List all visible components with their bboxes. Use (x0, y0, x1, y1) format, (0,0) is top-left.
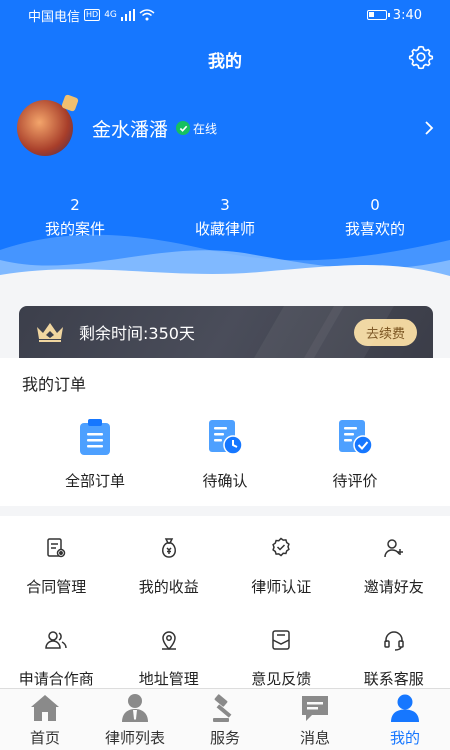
add-user-icon (384, 539, 403, 558)
service-contract[interactable]: 合同管理 (0, 516, 113, 608)
services-section: 合同管理 我的收益 律师认证 邀请好友 申请合作商 地址管理 意见反馈 联系客服 (0, 516, 450, 691)
service-apply-partner[interactable]: 申请合作商 (0, 608, 113, 691)
service-earnings[interactable]: 我的收益 (113, 516, 226, 608)
service-label: 地址管理 (138, 670, 199, 688)
page-title: 我的 (208, 52, 242, 72)
carrier-label: 中国电信 (28, 9, 81, 25)
stat-favorite-lawyers[interactable]: 3 收藏律师 (150, 196, 300, 239)
tab-service[interactable]: 服务 (180, 689, 270, 750)
tab-label: 我的 (389, 729, 420, 747)
check-document-icon (339, 420, 373, 455)
bottom-tabbar: 首页 律师列表 服务 消息 我的 (0, 688, 450, 750)
orders-title: 我的订单 (22, 375, 87, 394)
signal-icon (120, 9, 135, 21)
stat-value: 3 (220, 196, 230, 214)
tab-label: 首页 (29, 729, 60, 747)
network-label: 4G (104, 10, 117, 20)
message-icon (302, 696, 328, 721)
service-contact-support[interactable]: 联系客服 (338, 608, 450, 691)
order-label: 待评价 (332, 472, 378, 490)
chevron-right-icon[interactable] (422, 121, 436, 135)
home-icon (31, 695, 59, 721)
service-label: 申请合作商 (18, 670, 94, 688)
headset-icon (384, 631, 404, 651)
wifi-icon (139, 9, 155, 21)
order-label: 全部订单 (64, 472, 125, 490)
service-address[interactable]: 地址管理 (113, 608, 226, 691)
tab-mine[interactable]: 我的 (360, 689, 450, 750)
profile-row[interactable]: 金水潘潘 在线 (17, 98, 436, 158)
order-all[interactable]: 全部订单 (50, 418, 140, 491)
service-label: 合同管理 (26, 578, 87, 596)
username: 金水潘潘 (92, 118, 169, 141)
tab-label: 消息 (299, 729, 330, 747)
service-label: 联系客服 (363, 670, 424, 688)
avatar[interactable] (17, 100, 73, 156)
tab-label: 服务 (209, 729, 240, 747)
service-label: 邀请好友 (363, 578, 424, 596)
service-invite-friends[interactable]: 邀请好友 (338, 516, 450, 608)
feedback-icon (272, 630, 290, 650)
clipboard-icon (80, 419, 110, 455)
membership-card: 剩余时间:350天 去续费 (19, 306, 433, 358)
tab-lawyer-list[interactable]: 律师列表 (90, 689, 180, 750)
order-pending-review[interactable]: 待评价 (310, 418, 400, 491)
stat-value: 0 (370, 196, 380, 214)
person-icon (391, 694, 419, 722)
orders-section: 我的订单 全部订单 待确认 待评价 (0, 358, 450, 506)
gavel-icon (213, 694, 232, 722)
clock-document-icon (209, 420, 243, 455)
stat-my-cases[interactable]: 2 我的案件 (0, 196, 150, 239)
order-pending-confirm[interactable]: 待确认 (180, 418, 270, 491)
gear-icon[interactable] (408, 44, 434, 70)
profile-header: 中国电信 HD 4G 3:40 我的 金水潘潘 在线 2 我的案件 3 收藏律师… (0, 0, 450, 305)
remaining-time: 剩余时间:350天 (79, 324, 195, 343)
status-bar: 中国电信 HD 4G 3:40 (0, 0, 450, 30)
partner-icon (45, 631, 67, 649)
location-icon (161, 631, 176, 651)
order-label: 待确认 (202, 472, 248, 490)
tab-label: 律师列表 (104, 729, 165, 747)
lawyer-icon (122, 694, 148, 722)
service-label: 我的收益 (138, 578, 199, 596)
service-label: 律师认证 (251, 578, 312, 596)
crown-icon (37, 323, 63, 342)
stat-my-likes[interactable]: 0 我喜欢的 (300, 196, 450, 239)
online-status-label: 在线 (193, 121, 218, 136)
stat-value: 2 (70, 196, 80, 214)
contract-icon (47, 538, 66, 558)
tab-messages[interactable]: 消息 (270, 689, 360, 750)
clock: 3:40 (392, 7, 422, 23)
badge-check-icon (272, 537, 291, 557)
stat-label: 我喜欢的 (344, 220, 405, 238)
service-lawyer-certification[interactable]: 律师认证 (225, 516, 338, 608)
stat-label: 收藏律师 (194, 220, 255, 238)
online-status: 在线 (176, 120, 217, 137)
money-bag-icon (161, 538, 176, 558)
hd-badge: HD (84, 9, 101, 21)
service-label: 意见反馈 (251, 670, 312, 688)
stat-label: 我的案件 (44, 220, 105, 238)
service-feedback[interactable]: 意见反馈 (225, 608, 338, 691)
check-circle-icon (176, 121, 191, 135)
tab-home[interactable]: 首页 (0, 689, 90, 750)
stats-row: 2 我的案件 3 收藏律师 0 我喜欢的 (0, 196, 450, 239)
battery-icon (366, 10, 390, 20)
